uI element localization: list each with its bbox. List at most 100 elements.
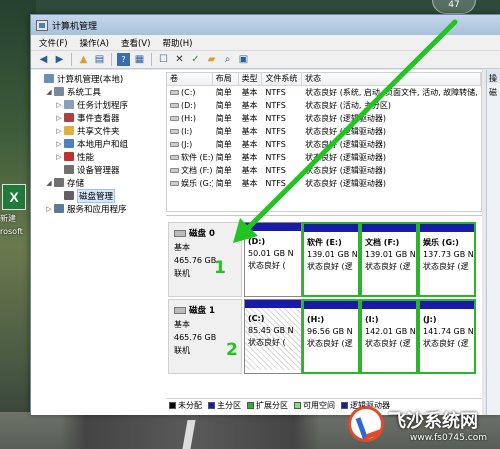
tree-item[interactable]: ◢ 存储 <box>35 176 163 189</box>
partition-block[interactable]: 软件 (E:) 139.01 GB N 状态良好 (逻 <box>302 222 360 297</box>
volume-label: 软件 (E:) <box>181 153 213 162</box>
volume-name: (C:) <box>167 86 213 99</box>
volume-filesystem: NTFS <box>265 101 286 110</box>
expander-icon[interactable]: ▷ <box>55 140 63 148</box>
expander-icon[interactable]: ▷ <box>55 127 63 135</box>
volume-type: 基本 <box>241 153 258 162</box>
partition-block[interactable]: (C:) 85.45 GB N 状态良好 ( <box>244 299 302 374</box>
partition-block[interactable]: (H:) 96.56 GB N 状态良好 (逻 <box>302 299 360 374</box>
partition-block[interactable]: (D:) 50.01 GB N 状态良好 ( <box>244 222 302 297</box>
tree-item[interactable]: 磁盘管理 <box>35 188 163 203</box>
tree-item[interactable]: ▷ 服务和应用程序 <box>35 202 163 215</box>
partition-name: (J:) <box>423 315 437 324</box>
volume-status: 状态良好 (逻辑驱动器) <box>305 114 386 123</box>
partition-block[interactable]: (J:) 141.74 GB N 状态良好 (逻 <box>418 299 476 374</box>
navigation-tree: 计算机管理(本地) ◢ 系统工具 ▷ 任务计划程序 ▷ 事件查看器 ▷ 共享文件夹 ▷ 本地用户和组… <box>35 72 163 412</box>
up-folder-icon[interactable]: ▲ <box>77 53 90 66</box>
volume-filesystem: NTFS <box>265 179 286 188</box>
volume-row[interactable]: (J:) 简单 基本 NTFS 状态良好 (逻辑驱动器) <box>167 138 481 151</box>
disk-info[interactable]: 磁盘 1 基本 465.76 GB 联机 <box>168 299 242 374</box>
disk-name: 磁盘 1 <box>174 304 236 316</box>
col-layout[interactable]: 布局 <box>213 73 239 85</box>
partition-size: 141.74 GB N <box>423 327 474 336</box>
partition-block[interactable]: 文档 (F:) 139.01 GB N 状态良好 (逻 <box>360 222 418 297</box>
volume-name: (J:) <box>167 138 213 151</box>
expander-icon[interactable]: ▷ <box>45 205 53 213</box>
volume-row[interactable]: 软件 (E:) 简单 基本 NTFS 状态良好 (逻辑驱动器) <box>167 151 481 164</box>
computer-icon <box>44 74 54 83</box>
desktop-excel-icon[interactable]: X 新建 rosoft <box>0 184 28 244</box>
tree-item-label: 计算机管理(本地) <box>57 74 124 85</box>
volume-row[interactable]: (H:) 简单 基本 NTFS 状态良好 (逻辑驱动器) <box>167 112 481 125</box>
col-status[interactable]: 状态 <box>302 73 481 85</box>
partition-state: 状态良好 (逻 <box>365 262 411 271</box>
storage-icon <box>54 178 64 187</box>
partition-bar <box>362 224 416 232</box>
disk-icon[interactable]: ▣ <box>237 53 250 66</box>
menu-action[interactable]: 操作(A) <box>80 37 109 49</box>
menu-help[interactable]: 帮助(H) <box>162 37 192 49</box>
partition-block[interactable]: 娱乐 (G:) 137.73 GB N 状态良好 (逻 <box>418 222 476 297</box>
tree-item[interactable]: ▷ 共享文件夹 <box>35 124 163 137</box>
partition-size: 96.56 GB N <box>307 327 353 336</box>
volume-status: 状态良好 (逻辑驱动器) <box>305 140 386 149</box>
partition-state: 状态良好 (逻 <box>307 262 353 271</box>
disk-status: 联机 <box>174 269 190 278</box>
volume-label: 娱乐 (G:) <box>181 179 213 188</box>
tree-item[interactable]: 计算机管理(本地) <box>35 72 163 85</box>
volume-layout: 简单 <box>215 166 232 175</box>
help-icon[interactable]: ? <box>117 53 130 66</box>
partition-size: 137.73 GB N <box>423 250 474 259</box>
expander-icon[interactable]: ▷ <box>55 114 63 122</box>
computer-management-icon <box>36 19 48 31</box>
expander-icon[interactable]: ▷ <box>55 153 63 161</box>
menu-view[interactable]: 查看(V) <box>121 37 150 49</box>
volume-row[interactable]: (I:) 简单 基本 NTFS 状态良好 (逻辑驱动器) <box>167 125 481 138</box>
tree-item-label: 系统工具 <box>67 87 102 98</box>
volume-name: (I:) <box>167 125 213 138</box>
show-tree-icon[interactable]: ▤ <box>93 53 106 66</box>
expander-icon[interactable]: ▷ <box>55 101 63 109</box>
expander-icon[interactable]: ◢ <box>45 88 53 96</box>
volume-row[interactable]: 娱乐 (G:) 简单 基本 NTFS 状态良好 (逻辑驱动器) <box>167 177 481 190</box>
tree-item[interactable]: 设备管理器 <box>35 163 163 176</box>
folder-icon <box>64 126 74 135</box>
volume-type: 基本 <box>241 140 258 149</box>
volume-layout: 简单 <box>215 88 232 97</box>
drive-icon <box>170 116 179 121</box>
legend-swatch <box>169 402 176 409</box>
open-folder-icon[interactable]: ▰ <box>205 53 218 66</box>
annotation-number-2: 2 <box>226 340 238 360</box>
tree-item[interactable]: ◢ 系统工具 <box>35 85 163 98</box>
legend-item: 主分区 <box>208 400 241 411</box>
legend-swatch <box>247 402 254 409</box>
forward-arrow-icon[interactable]: ▶ <box>53 53 66 66</box>
check-icon[interactable]: ✓ <box>189 53 202 66</box>
col-type[interactable]: 类型 <box>239 73 263 85</box>
volume-row[interactable]: (C:) 简单 基本 NTFS 状态良好 (系统, 启动, 页面文件, 活动, 故障转储… <box>167 86 481 99</box>
toolbar-separator <box>111 53 112 66</box>
col-filesystem[interactable]: 文件系统 <box>262 73 303 85</box>
tree-item-label: 本地用户和组 <box>77 139 129 150</box>
disk-info[interactable]: 磁盘 0 基本 465.76 GB 联机 <box>168 222 242 297</box>
properties-icon[interactable]: ▦ <box>133 53 146 66</box>
tree-item[interactable]: ▷ 本地用户和组 <box>35 137 163 150</box>
partition-body: (I:) 142.01 GB N 状态良好 (逻 <box>362 309 416 350</box>
toolbar-separator <box>151 53 152 66</box>
menu-file[interactable]: 文件(F) <box>39 37 68 49</box>
expander-icon[interactable]: ◢ <box>45 179 53 187</box>
search-icon[interactable]: ⌕ <box>221 53 234 66</box>
connect-icon[interactable]: ☐ <box>157 53 170 66</box>
tree-item[interactable]: ▷ 任务计划程序 <box>35 98 163 111</box>
partition-size: 139.01 GB N <box>365 250 416 259</box>
partition-block[interactable]: (I:) 142.01 GB N 状态良好 (逻 <box>360 299 418 374</box>
col-volume[interactable]: 卷 <box>167 73 213 85</box>
volume-row[interactable]: (D:) 简单 基本 NTFS 状态良好 (活动, 主分区) <box>167 99 481 112</box>
tree-item[interactable]: ▷ 事件查看器 <box>35 111 163 124</box>
tree-item[interactable]: ▷ 性能 <box>35 150 163 163</box>
back-arrow-icon[interactable]: ◀ <box>37 53 50 66</box>
volume-row[interactable]: 文档 (F:) 简单 基本 NTFS 状态良好 (逻辑驱动器) <box>167 164 481 177</box>
title-bar[interactable]: 计算机管理 <box>31 15 500 35</box>
delete-icon[interactable]: ✕ <box>173 53 186 66</box>
actions-item[interactable]: 磁 <box>487 83 500 102</box>
